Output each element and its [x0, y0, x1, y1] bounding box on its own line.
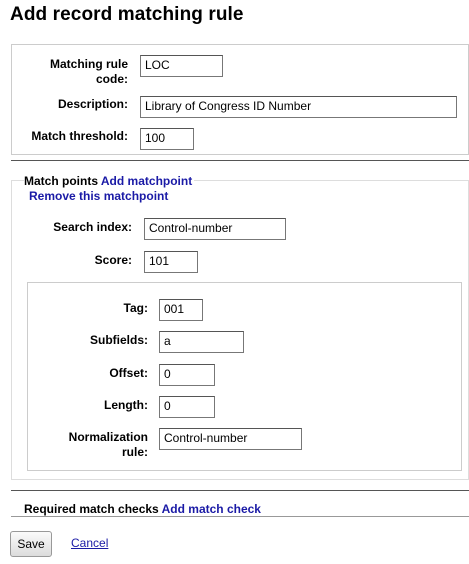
divider [11, 490, 469, 491]
search-index-label: Search index: [53, 220, 132, 234]
tag-input[interactable]: 001 [159, 299, 203, 321]
length-label: Length: [104, 398, 148, 412]
add-match-check-link[interactable]: Add match check [162, 502, 261, 516]
offset-label: Offset: [109, 366, 148, 380]
match-threshold-label: Match threshold: [31, 129, 128, 143]
cancel-link[interactable]: Cancel [71, 536, 108, 550]
description-input[interactable]: Library of Congress ID Number [140, 96, 457, 118]
normalization-rule-input[interactable]: Control-number [159, 428, 302, 450]
match-checks-legend: Required match checks Add match check [24, 502, 263, 516]
match-threshold-input[interactable]: 100 [140, 128, 194, 150]
offset-input[interactable]: 0 [159, 364, 215, 386]
page-title: Add record matching rule [10, 4, 244, 25]
score-input[interactable]: 101 [144, 251, 198, 273]
divider [11, 160, 469, 161]
normalization-rule-label: Normalization rule: [68, 430, 148, 459]
divider [11, 516, 469, 517]
subfields-input[interactable]: a [159, 331, 244, 353]
length-input[interactable]: 0 [159, 396, 215, 418]
description-label: Description: [57, 97, 128, 111]
save-button[interactable]: Save [10, 531, 52, 557]
tag-label: Tag: [123, 301, 148, 315]
score-label: Score: [94, 253, 132, 267]
search-index-input[interactable]: Control-number [144, 218, 286, 240]
match-points-legend: Match points Add matchpoint [24, 174, 195, 188]
remove-matchpoint-link[interactable]: Remove this matchpoint [29, 189, 168, 203]
matching-rule-code-label: Matching rule code: [49, 57, 128, 86]
matching-rule-code-input[interactable]: LOC [140, 55, 223, 77]
add-matchpoint-link[interactable]: Add matchpoint [101, 174, 192, 188]
subfields-label: Subfields: [89, 333, 148, 347]
